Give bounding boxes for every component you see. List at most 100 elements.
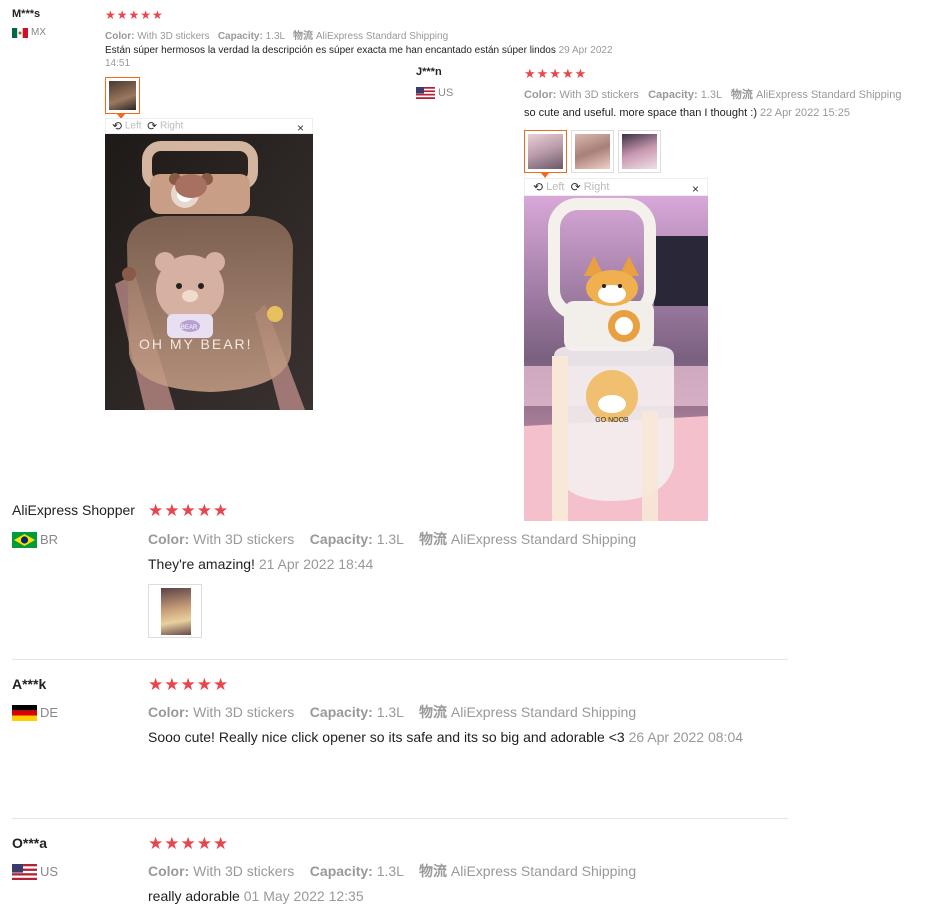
bear-badge-text: BEAR [181,325,198,331]
rating-stars: ★★★★★ [148,501,230,520]
review-date: 21 Apr 2022 18:44 [258,556,374,572]
us-flag-icon [12,863,37,880]
review-photo-thumb[interactable] [105,77,140,114]
rotate-left-icon[interactable]: ⟲ [112,119,122,133]
close-icon[interactable]: × [692,181,699,197]
review-text: Están súper hermosos la verdad la descri… [105,45,556,56]
color-label: Color: [148,863,190,879]
capacity-value: 1.3L [700,89,722,101]
capacity-value: 1.3L [376,531,404,547]
reviewer-country: DE [12,704,58,721]
rotate-left-button[interactable]: Left [546,181,564,193]
sku-info: Color: With 3D stickers Capacity: 1.3L 物… [148,861,636,881]
review-text-line: Están súper hermosos la verdad la descri… [105,45,613,56]
shipping-label: 物流 [419,863,448,879]
review-photo-large[interactable]: BEAR OH MY BEAR! [105,134,313,410]
color-value: With 3D stickers [193,863,295,879]
review-date: 29 Apr 2022 [558,45,613,56]
review-text-line: so cute and useful. more space than I th… [524,107,850,119]
shipping-value: AliExpress Standard Shipping [755,89,902,101]
shipping-label: 物流 [419,531,448,547]
color-label: Color: [524,89,557,101]
rotate-right-icon[interactable]: ⟳ [147,119,157,133]
shipping-label: 物流 [730,89,753,101]
reviewer-name: AliExpress Shopper [12,502,135,518]
rotate-right-button[interactable]: Right [160,121,183,132]
review-text-line: really adorable 01 May 2022 12:35 [148,888,364,904]
sku-info: Color: With 3D stickers Capacity: 1.3L 物… [524,86,901,102]
sku-info: Color: With 3D stickers Capacity: 1.3L 物… [148,702,636,722]
review-date: 01 May 2022 12:35 [243,888,364,904]
capacity-label: Capacity: [217,31,263,42]
reviewer-name: O***a [12,835,48,851]
color-value: With 3D stickers [137,31,210,42]
review-date: 22 Apr 2022 15:25 [760,107,850,119]
review-time: 14:51 [105,58,131,69]
review-text: so cute and useful. more space than I th… [524,107,757,119]
color-label: Color: [148,704,190,720]
us-flag-icon [416,87,435,100]
review-photo-thumb-2[interactable] [571,130,614,173]
country-code: US [438,87,454,100]
capacity-label: Capacity: [309,863,373,879]
capacity-label: Capacity: [648,89,698,101]
review-text-line: Sooo cute! Really nice click opener so i… [148,729,743,745]
review-text: They're amazing! [148,556,255,572]
rating-stars: ★★★★★ [148,675,230,694]
review-photo-large[interactable]: GO NOOB [524,196,708,521]
capacity-label: Capacity: [309,531,373,547]
capacity-label: Capacity: [309,704,373,720]
country-code: BR [40,532,59,548]
review-photo-thumb-1[interactable] [524,130,567,173]
rating-stars: ★★★★★ [148,834,230,853]
review-text: really adorable [148,888,240,904]
review-divider [12,818,788,819]
review-date: 26 Apr 2022 08:04 [628,729,744,745]
review-text-line: They're amazing! 21 Apr 2022 18:44 [148,556,373,572]
review-text: Sooo cute! Really nice click opener so i… [148,729,625,745]
go-noob-text: GO NOOB [595,417,629,424]
reviewer-name: M***s [12,8,41,20]
rotate-right-button[interactable]: Right [584,181,610,193]
capacity-value: 1.3L [265,31,285,42]
country-code: MX [31,27,46,38]
country-code: US [40,864,59,880]
rotate-right-icon[interactable]: ⟳ [571,180,581,194]
shipping-value: AliExpress Standard Shipping [315,31,449,42]
reviewer-name: J***n [416,66,442,78]
review-divider [12,659,788,660]
color-value: With 3D stickers [193,531,295,547]
shipping-value: AliExpress Standard Shipping [450,863,637,879]
color-value: With 3D stickers [559,89,639,101]
color-label: Color: [105,31,135,42]
review-photo-thumb-3[interactable] [618,130,661,173]
shipping-label: 物流 [293,31,314,42]
reviewer-country: US [12,863,58,880]
rotate-left-button[interactable]: Left [125,121,142,132]
capacity-value: 1.3L [376,863,404,879]
reviewer-country: MX [12,27,46,38]
reviewer-country: US [416,87,454,100]
color-label: Color: [148,531,190,547]
capacity-value: 1.3L [376,704,404,720]
germany-flag-icon [12,704,37,721]
rotate-left-icon[interactable]: ⟲ [533,180,543,194]
oh-my-bear-text: OH MY BEAR! [139,336,253,352]
rating-stars: ★★★★★ [105,8,164,22]
shipping-value: AliExpress Standard Shipping [450,704,637,720]
reviewer-name: A***k [12,676,47,692]
country-code: DE [40,705,59,721]
shipping-label: 物流 [419,704,448,720]
reviewer-country: BR [12,531,58,548]
review-photo-thumb[interactable] [148,584,202,638]
mexico-flag-icon [12,27,28,38]
sku-info: Color: With 3D stickers Capacity: 1.3L 物… [148,529,636,549]
color-value: With 3D stickers [193,704,295,720]
brazil-flag-icon [12,531,37,548]
close-icon[interactable]: × [297,121,304,135]
photo-viewer-toolbar: ⟲ Left ⟳ Right × [524,178,708,196]
shipping-value: AliExpress Standard Shipping [450,531,637,547]
rating-stars: ★★★★★ [524,66,588,81]
sku-info: Color: With 3D stickers Capacity: 1.3L 物… [105,27,448,42]
photo-viewer-toolbar: ⟲ Left ⟳ Right × [105,118,313,135]
